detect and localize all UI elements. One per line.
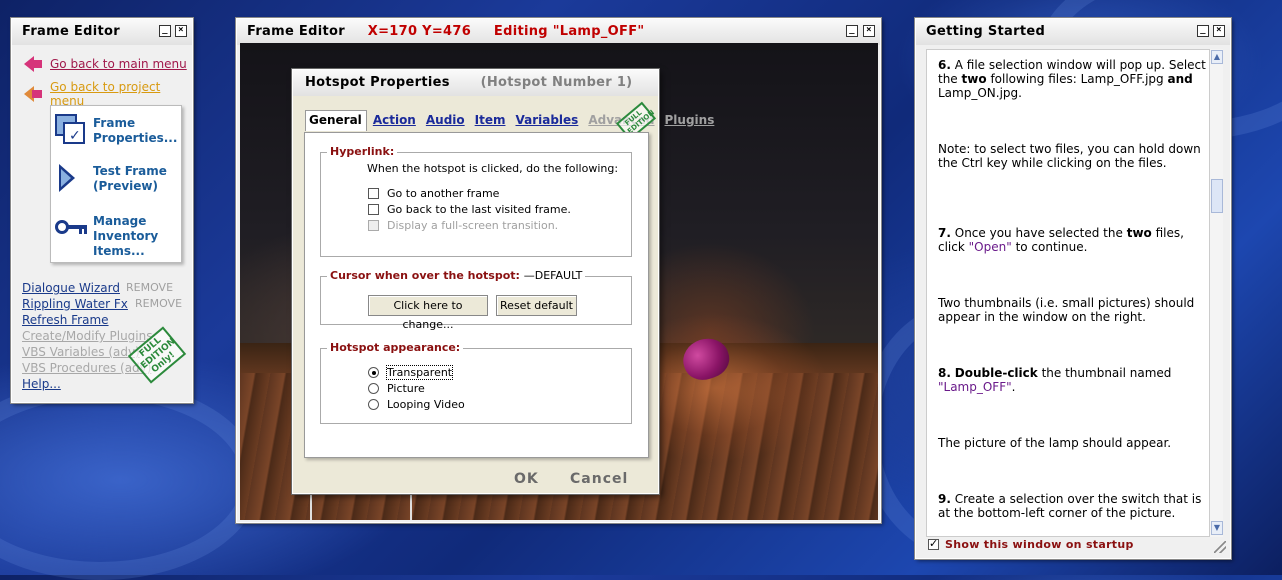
note-text: Note: to select two files, you can hold … xyxy=(938,142,1201,170)
frame-properties-label: Frame Properties... xyxy=(93,116,178,145)
transition-option: Display a full-screen transition. xyxy=(368,219,558,232)
tab-item[interactable]: Item xyxy=(472,112,510,131)
remove-dialogue-wizard[interactable]: REMOVE xyxy=(126,281,173,294)
test-frame-label: Test Frame (Preview) xyxy=(93,164,167,193)
step-9: 9. Create a selection over the switch th… xyxy=(938,492,1202,520)
cursor-value: —DEFAULT xyxy=(523,269,583,282)
go-to-frame-option[interactable]: Go to another frame xyxy=(368,187,499,200)
frame-properties-icon: ✓ xyxy=(55,114,89,148)
tab-plugins: Plugins xyxy=(664,113,715,127)
tab-action[interactable]: Action xyxy=(370,112,420,131)
appearance-group: Hotspot appearance: Transparent Picture … xyxy=(320,341,632,424)
scroll-down-arrow-icon[interactable]: ▼ xyxy=(1211,521,1223,535)
transition-checkbox xyxy=(368,220,379,231)
step-8: 8. Double-click the thumbnail named "Lam… xyxy=(938,366,1172,394)
frame-editor-title: Frame Editor xyxy=(247,24,345,39)
getting-started-titlebar: Getting Started _ × xyxy=(916,19,1230,45)
ok-button[interactable]: OK xyxy=(514,471,539,487)
manage-inventory-tool[interactable]: Manage Inventory Items... xyxy=(55,212,177,259)
tools-window-title: Frame Editor xyxy=(22,24,120,39)
frame-properties-tool[interactable]: ✓ Frame Properties... xyxy=(55,114,177,148)
change-cursor-button[interactable]: Click here to change... xyxy=(368,295,488,331)
hotspot-dialog-title: Hotspot Properties xyxy=(305,75,450,90)
refresh-frame-link[interactable]: Refresh Frame xyxy=(22,313,109,327)
back-arrow-icon xyxy=(24,86,42,102)
instructions-scrollbar[interactable]: ▲ ▼ xyxy=(1209,49,1223,537)
tab-audio[interactable]: Audio xyxy=(423,112,469,131)
test-frame-tool[interactable]: Test Frame (Preview) xyxy=(55,162,177,196)
appearance-legend: Hotspot appearance: xyxy=(327,341,464,354)
hotspot-properties-dialog: Hotspot Properties (Hotspot Number 1) Ge… xyxy=(292,69,714,494)
hyperlink-legend: Hyperlink: xyxy=(327,145,398,158)
frame-editor-tools-window: Frame Editor _ × Go back to main menu Go… xyxy=(11,18,193,403)
frame-editor-titlebar: Frame Editor X=170 Y=476 Editing "Lamp_O… xyxy=(237,19,880,45)
minimize-button[interactable]: _ xyxy=(1197,25,1209,37)
go-to-frame-checkbox[interactable] xyxy=(368,188,379,199)
close-button[interactable]: × xyxy=(1213,25,1225,37)
vbs-variables-link: VBS Variables (adv) xyxy=(22,345,140,359)
cursor-group: Cursor when over the hotspot: —DEFAULT C… xyxy=(320,269,632,331)
go-back-option[interactable]: Go back to the last visited frame. xyxy=(368,203,571,216)
minimize-button[interactable]: _ xyxy=(846,25,858,37)
thumbnails-text: Two thumbnails (i.e. small pictures) sho… xyxy=(938,296,1195,324)
getting-started-window: Getting Started _ × 6. A file selection … xyxy=(915,18,1231,559)
remove-rippling-water[interactable]: REMOVE xyxy=(135,297,182,310)
main-menu-link[interactable]: Go back to main menu xyxy=(24,56,187,72)
general-tab-panel: Hyperlink: When the hotspot is clicked, … xyxy=(304,132,649,458)
close-button[interactable]: × xyxy=(175,25,187,37)
help-link[interactable]: Help... xyxy=(22,377,61,391)
scroll-thumb[interactable] xyxy=(1211,179,1223,213)
video-radio[interactable] xyxy=(368,399,379,410)
appearance-video-option[interactable]: Looping Video xyxy=(368,398,465,411)
transparent-radio[interactable] xyxy=(368,367,379,378)
editing-frame-name: Editing "Lamp_OFF" xyxy=(493,24,645,39)
tab-general[interactable]: General xyxy=(305,110,367,131)
lamp-text: The picture of the lamp should appear. xyxy=(938,436,1172,450)
step-7: 7. Once you have selected the two files,… xyxy=(938,226,1184,254)
cancel-button[interactable]: Cancel xyxy=(570,471,628,487)
show-on-startup-checkbox[interactable] xyxy=(928,537,939,550)
picture-radio[interactable] xyxy=(368,383,379,394)
appearance-transparent-option[interactable]: Transparent xyxy=(368,365,454,380)
instructions-body: 6. A file selection window will pop up. … xyxy=(926,49,1211,537)
close-button[interactable]: × xyxy=(863,25,875,37)
scroll-up-arrow-icon[interactable]: ▲ xyxy=(1211,50,1223,64)
go-back-checkbox[interactable] xyxy=(368,204,379,215)
hotspot-number: (Hotspot Number 1) xyxy=(480,75,633,90)
tools-box: ✓ Frame Properties... Test Frame (Previe… xyxy=(50,105,182,263)
step-6: 6. A file selection window will pop up. … xyxy=(938,58,1206,100)
tools-window-titlebar: Frame Editor _ × xyxy=(12,19,192,45)
create-plugins-link: Create/Modify Plugins xyxy=(22,329,153,343)
getting-started-title: Getting Started xyxy=(926,24,1046,39)
show-on-startup-option[interactable]: Show this window on startup xyxy=(928,537,1134,551)
minimize-button[interactable]: _ xyxy=(159,25,171,37)
show-on-startup-label: Show this window on startup xyxy=(945,538,1134,551)
manage-inventory-label: Manage Inventory Items... xyxy=(93,214,159,258)
vbs-procedures-link: VBS Procedures (adv) xyxy=(22,361,152,375)
appearance-picture-option[interactable]: Picture xyxy=(368,382,425,395)
hyperlink-group: Hyperlink: When the hotspot is clicked, … xyxy=(320,145,632,257)
hyperlink-description: When the hotspot is clicked, do the foll… xyxy=(367,162,619,175)
hotspot-tabs: General Action Audio Item Variables Adva… xyxy=(305,110,721,131)
hotspot-selection-box[interactable] xyxy=(310,493,412,520)
key-icon xyxy=(55,212,89,246)
resize-grip-icon[interactable] xyxy=(1214,541,1226,553)
reset-cursor-button[interactable]: Reset default xyxy=(496,295,577,316)
dialogue-wizard-link[interactable]: Dialogue Wizard xyxy=(22,281,120,295)
hotspot-dialog-titlebar: Hotspot Properties (Hotspot Number 1) xyxy=(293,70,658,96)
cursor-coordinates: X=170 Y=476 xyxy=(367,24,472,39)
rippling-water-link[interactable]: Rippling Water Fx xyxy=(22,297,128,311)
project-menu-link[interactable]: Go back to project menu xyxy=(24,80,192,108)
background-swirl xyxy=(0,380,260,580)
back-arrow-icon xyxy=(24,56,42,72)
cursor-legend: Cursor when over the hotspot: —DEFAULT xyxy=(327,269,586,282)
play-icon xyxy=(55,162,89,196)
tab-variables[interactable]: Variables xyxy=(512,112,582,131)
